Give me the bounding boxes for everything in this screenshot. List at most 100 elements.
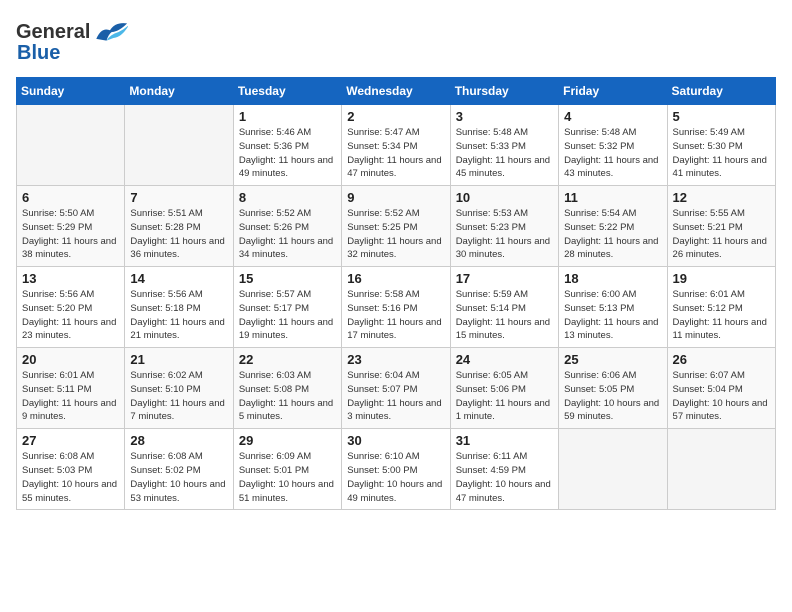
week-row-2: 6 Sunrise: 5:50 AM Sunset: 5:29 PM Daylig… — [17, 186, 776, 267]
day-cell: 26Sunrise: 6:07 AM Sunset: 5:04 PM Dayli… — [667, 348, 775, 429]
day-number: 16 — [347, 271, 444, 286]
day-cell — [125, 105, 233, 186]
day-content: Sunrise: 5:50 AM Sunset: 5:29 PM Dayligh… — [22, 207, 119, 262]
day-cell: 1 Sunrise: 5:46 AM Sunset: 5:36 PM Daylig… — [233, 105, 341, 186]
day-cell: 3 Sunrise: 5:48 AM Sunset: 5:33 PM Daylig… — [450, 105, 558, 186]
day-number: 1 — [239, 109, 336, 124]
day-number: 9 — [347, 190, 444, 205]
day-cell: 9 Sunrise: 5:52 AM Sunset: 5:25 PM Daylig… — [342, 186, 450, 267]
day-content: Sunrise: 5:47 AM Sunset: 5:34 PM Dayligh… — [347, 126, 444, 181]
day-cell: 5 Sunrise: 5:49 AM Sunset: 5:30 PM Daylig… — [667, 105, 775, 186]
day-number: 22 — [239, 352, 336, 367]
day-content: Sunrise: 5:52 AM Sunset: 5:26 PM Dayligh… — [239, 207, 336, 262]
day-number: 24 — [456, 352, 553, 367]
day-content: Sunrise: 5:51 AM Sunset: 5:28 PM Dayligh… — [130, 207, 227, 262]
day-cell: 29 Sunrise: 6:09 AM Sunset: 5:01 PM Dayli… — [233, 429, 341, 510]
day-number: 12 — [673, 190, 770, 205]
day-number: 31 — [456, 433, 553, 448]
day-cell: 21 Sunrise: 6:02 AM Sunset: 5:10 PM Dayli… — [125, 348, 233, 429]
day-number: 18 — [564, 271, 661, 286]
day-content: Sunrise: 5:57 AM Sunset: 5:17 PM Dayligh… — [239, 288, 336, 343]
day-content: Sunrise: 6:09 AM Sunset: 5:01 PM Dayligh… — [239, 450, 336, 505]
day-number: 26 — [673, 352, 770, 367]
day-cell: 27 Sunrise: 6:08 AM Sunset: 5:03 PM Dayli… — [17, 429, 125, 510]
day-number: 29 — [239, 433, 336, 448]
calendar-header: SundayMondayTuesdayWednesdayThursdayFrid… — [17, 78, 776, 105]
week-row-5: 27 Sunrise: 6:08 AM Sunset: 5:03 PM Dayli… — [17, 429, 776, 510]
day-content: Sunrise: 5:54 AM Sunset: 5:22 PM Dayligh… — [564, 207, 661, 262]
calendar-body: 1 Sunrise: 5:46 AM Sunset: 5:36 PM Daylig… — [17, 105, 776, 510]
day-number: 14 — [130, 271, 227, 286]
header-cell-friday: Friday — [559, 78, 667, 105]
day-content: Sunrise: 6:08 AM Sunset: 5:02 PM Dayligh… — [130, 450, 227, 505]
header-cell-wednesday: Wednesday — [342, 78, 450, 105]
day-content: Sunrise: 6:01 AM Sunset: 5:12 PM Dayligh… — [673, 288, 770, 343]
day-cell: 6 Sunrise: 5:50 AM Sunset: 5:29 PM Daylig… — [17, 186, 125, 267]
day-content: Sunrise: 6:06 AM Sunset: 5:05 PM Dayligh… — [564, 369, 661, 424]
day-number: 10 — [456, 190, 553, 205]
day-cell: 15 Sunrise: 5:57 AM Sunset: 5:17 PM Dayli… — [233, 267, 341, 348]
day-cell: 7 Sunrise: 5:51 AM Sunset: 5:28 PM Daylig… — [125, 186, 233, 267]
day-number: 15 — [239, 271, 336, 286]
day-number: 30 — [347, 433, 444, 448]
logo-blue-text: Blue — [17, 42, 60, 65]
day-content: Sunrise: 5:49 AM Sunset: 5:30 PM Dayligh… — [673, 126, 770, 181]
day-content: Sunrise: 5:53 AM Sunset: 5:23 PM Dayligh… — [456, 207, 553, 262]
day-cell: 12 Sunrise: 5:55 AM Sunset: 5:21 PM Dayli… — [667, 186, 775, 267]
week-row-3: 13 Sunrise: 5:56 AM Sunset: 5:20 PM Dayli… — [17, 267, 776, 348]
day-number: 3 — [456, 109, 553, 124]
day-cell: 11 Sunrise: 5:54 AM Sunset: 5:22 PM Dayli… — [559, 186, 667, 267]
day-content: Sunrise: 5:56 AM Sunset: 5:20 PM Dayligh… — [22, 288, 119, 343]
day-cell — [559, 429, 667, 510]
day-content: Sunrise: 6:05 AM Sunset: 5:06 PM Dayligh… — [456, 369, 553, 424]
day-number: 11 — [564, 190, 661, 205]
header-row: SundayMondayTuesdayWednesdayThursdayFrid… — [17, 78, 776, 105]
day-number: 28 — [130, 433, 227, 448]
day-cell: 30Sunrise: 6:10 AM Sunset: 5:00 PM Dayli… — [342, 429, 450, 510]
week-row-4: 20 Sunrise: 6:01 AM Sunset: 5:11 PM Dayli… — [17, 348, 776, 429]
day-number: 13 — [22, 271, 119, 286]
day-number: 7 — [130, 190, 227, 205]
day-number: 2 — [347, 109, 444, 124]
day-content: Sunrise: 5:56 AM Sunset: 5:18 PM Dayligh… — [130, 288, 227, 343]
day-cell: 31 Sunrise: 6:11 AM Sunset: 4:59 PM Dayli… — [450, 429, 558, 510]
day-content: Sunrise: 5:52 AM Sunset: 5:25 PM Dayligh… — [347, 207, 444, 262]
day-cell: 23 Sunrise: 6:04 AM Sunset: 5:07 PM Dayli… — [342, 348, 450, 429]
day-number: 21 — [130, 352, 227, 367]
day-content: Sunrise: 6:00 AM Sunset: 5:13 PM Dayligh… — [564, 288, 661, 343]
day-number: 8 — [239, 190, 336, 205]
day-cell: 20 Sunrise: 6:01 AM Sunset: 5:11 PM Dayli… — [17, 348, 125, 429]
day-content: Sunrise: 5:48 AM Sunset: 5:32 PM Dayligh… — [564, 126, 661, 181]
day-content: Sunrise: 5:48 AM Sunset: 5:33 PM Dayligh… — [456, 126, 553, 181]
day-cell: 2 Sunrise: 5:47 AM Sunset: 5:34 PM Daylig… — [342, 105, 450, 186]
day-content: Sunrise: 6:08 AM Sunset: 5:03 PM Dayligh… — [22, 450, 119, 505]
day-cell: 24 Sunrise: 6:05 AM Sunset: 5:06 PM Dayli… — [450, 348, 558, 429]
day-number: 5 — [673, 109, 770, 124]
day-content: Sunrise: 5:46 AM Sunset: 5:36 PM Dayligh… — [239, 126, 336, 181]
day-content: Sunrise: 6:01 AM Sunset: 5:11 PM Dayligh… — [22, 369, 119, 424]
day-content: Sunrise: 5:58 AM Sunset: 5:16 PM Dayligh… — [347, 288, 444, 343]
day-number: 25 — [564, 352, 661, 367]
day-cell: 18 Sunrise: 6:00 AM Sunset: 5:13 PM Dayli… — [559, 267, 667, 348]
day-number: 4 — [564, 109, 661, 124]
day-content: Sunrise: 6:02 AM Sunset: 5:10 PM Dayligh… — [130, 369, 227, 424]
day-cell: 19Sunrise: 6:01 AM Sunset: 5:12 PM Dayli… — [667, 267, 775, 348]
header-cell-thursday: Thursday — [450, 78, 558, 105]
day-cell: 22 Sunrise: 6:03 AM Sunset: 5:08 PM Dayli… — [233, 348, 341, 429]
day-cell — [667, 429, 775, 510]
day-number: 27 — [22, 433, 119, 448]
day-content: Sunrise: 6:03 AM Sunset: 5:08 PM Dayligh… — [239, 369, 336, 424]
day-number: 20 — [22, 352, 119, 367]
day-number: 23 — [347, 352, 444, 367]
calendar-table: SundayMondayTuesdayWednesdayThursdayFrid… — [16, 77, 776, 510]
day-cell: 13 Sunrise: 5:56 AM Sunset: 5:20 PM Dayli… — [17, 267, 125, 348]
day-content: Sunrise: 6:11 AM Sunset: 4:59 PM Dayligh… — [456, 450, 553, 505]
day-content: Sunrise: 5:55 AM Sunset: 5:21 PM Dayligh… — [673, 207, 770, 262]
day-content: Sunrise: 6:04 AM Sunset: 5:07 PM Dayligh… — [347, 369, 444, 424]
day-cell: 14 Sunrise: 5:56 AM Sunset: 5:18 PM Dayli… — [125, 267, 233, 348]
day-cell: 10 Sunrise: 5:53 AM Sunset: 5:23 PM Dayli… — [450, 186, 558, 267]
day-number: 6 — [22, 190, 119, 205]
day-cell: 8 Sunrise: 5:52 AM Sunset: 5:26 PM Daylig… — [233, 186, 341, 267]
header-cell-tuesday: Tuesday — [233, 78, 341, 105]
week-row-1: 1 Sunrise: 5:46 AM Sunset: 5:36 PM Daylig… — [17, 105, 776, 186]
